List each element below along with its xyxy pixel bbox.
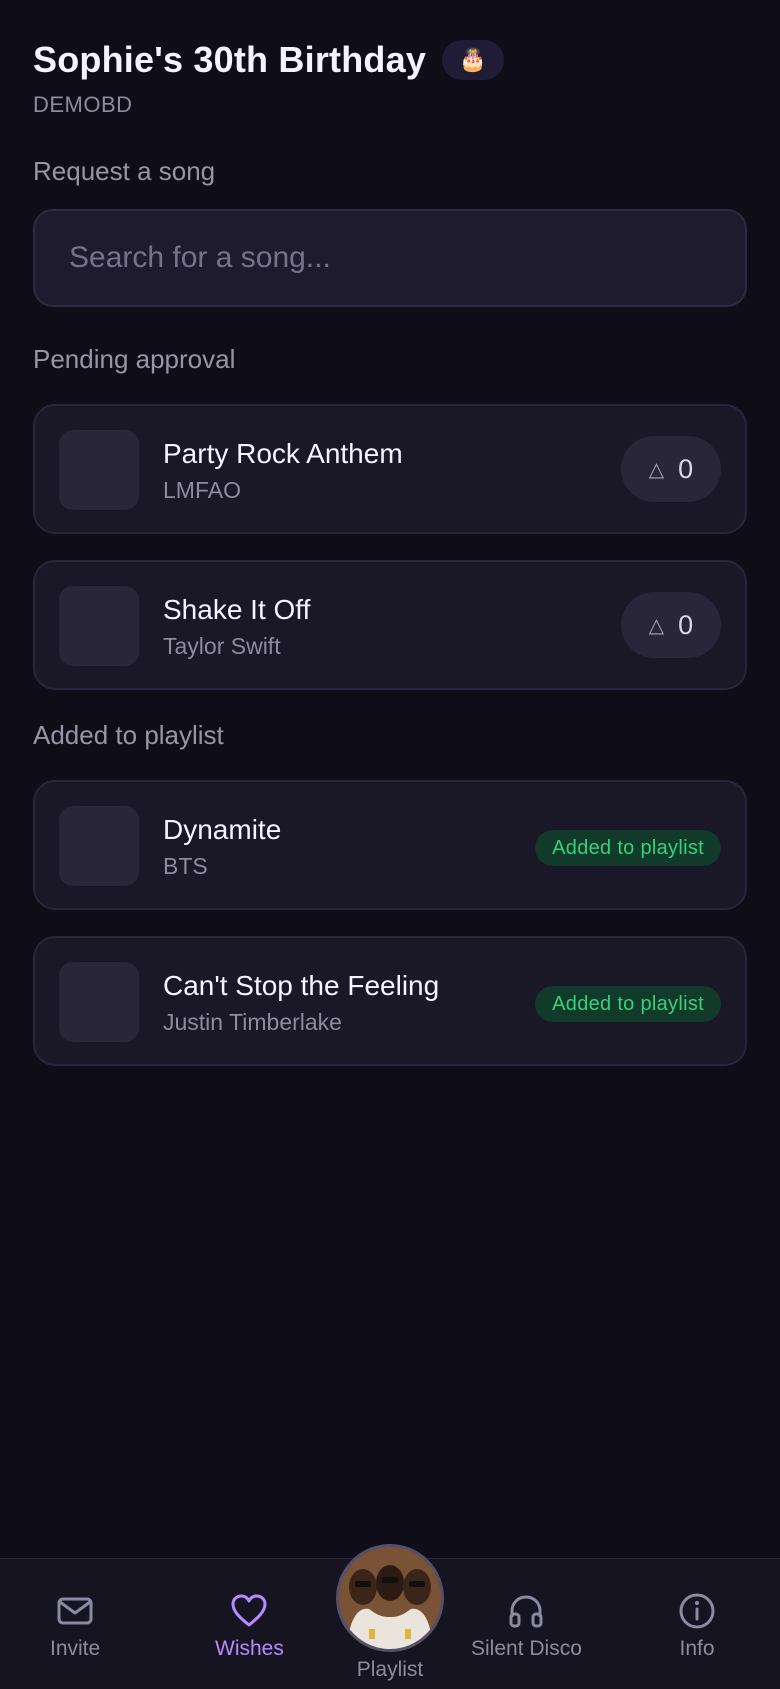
nav-playlist-label[interactable]: Playlist <box>336 1658 444 1682</box>
album-art <box>59 806 139 886</box>
added-status-badge: Added to playlist <box>535 986 721 1022</box>
album-cover-art <box>339 1547 441 1649</box>
pending-song-card: Shake It Off Taylor Swift △ 0 <box>33 560 747 690</box>
added-song-card: Dynamite BTS Added to playlist <box>33 780 747 910</box>
added-song-card: Can't Stop the Feeling Justin Timberlake… <box>33 936 747 1066</box>
mail-icon <box>57 1597 93 1625</box>
request-section-label: Request a song <box>33 156 216 186</box>
nav-label: Info <box>679 1637 715 1660</box>
search-input[interactable] <box>67 240 745 276</box>
pending-song-card: Party Rock Anthem LMFAO △ 0 <box>33 404 747 534</box>
event-code: DEMOBD <box>33 92 133 117</box>
headphones-icon <box>509 1595 543 1628</box>
birthday-cake-icon: 🎂 <box>442 40 505 80</box>
header: Sophie's 30th Birthday 🎂 DEMOBD <box>33 30 747 118</box>
nav-wishes[interactable]: Wishes <box>215 1591 284 1661</box>
added-section-label: Added to playlist <box>33 720 224 750</box>
event-title: Sophie's 30th Birthday <box>33 39 427 80</box>
vote-count: 0 <box>678 453 694 484</box>
song-title: Dynamite <box>163 814 282 845</box>
nav-label: Invite <box>50 1637 101 1660</box>
album-art <box>59 586 139 666</box>
song-artist: Taylor Swift <box>163 633 281 659</box>
song-title: Can't Stop the Feeling <box>163 970 440 1001</box>
upvote-button[interactable]: △ 0 <box>621 436 721 502</box>
heart-icon <box>231 1594 267 1627</box>
nav-label: Silent Disco <box>471 1637 582 1660</box>
upvote-triangle-icon: △ <box>648 458 665 481</box>
upvote-button[interactable]: △ 0 <box>621 592 721 658</box>
song-title: Shake It Off <box>163 594 311 625</box>
nav-info[interactable]: Info <box>677 1591 717 1661</box>
title-row: Sophie's 30th Birthday 🎂 <box>33 30 747 90</box>
nav-label: Wishes <box>215 1637 284 1660</box>
song-artist: LMFAO <box>163 477 241 503</box>
nav-silent-disco[interactable]: Silent Disco <box>471 1591 582 1661</box>
info-icon <box>679 1593 715 1629</box>
added-status-badge: Added to playlist <box>535 830 721 866</box>
search-box[interactable] <box>33 209 747 307</box>
pending-section-label: Pending approval <box>33 344 236 374</box>
upvote-triangle-icon: △ <box>648 614 665 637</box>
song-title: Party Rock Anthem <box>163 438 403 469</box>
album-art <box>59 430 139 510</box>
vote-count: 0 <box>678 609 694 640</box>
album-art <box>59 962 139 1042</box>
playlist-cover-button[interactable] <box>336 1544 444 1652</box>
song-artist: BTS <box>163 853 208 879</box>
song-artist: Justin Timberlake <box>163 1009 342 1035</box>
nav-invite[interactable]: Invite <box>50 1591 100 1661</box>
